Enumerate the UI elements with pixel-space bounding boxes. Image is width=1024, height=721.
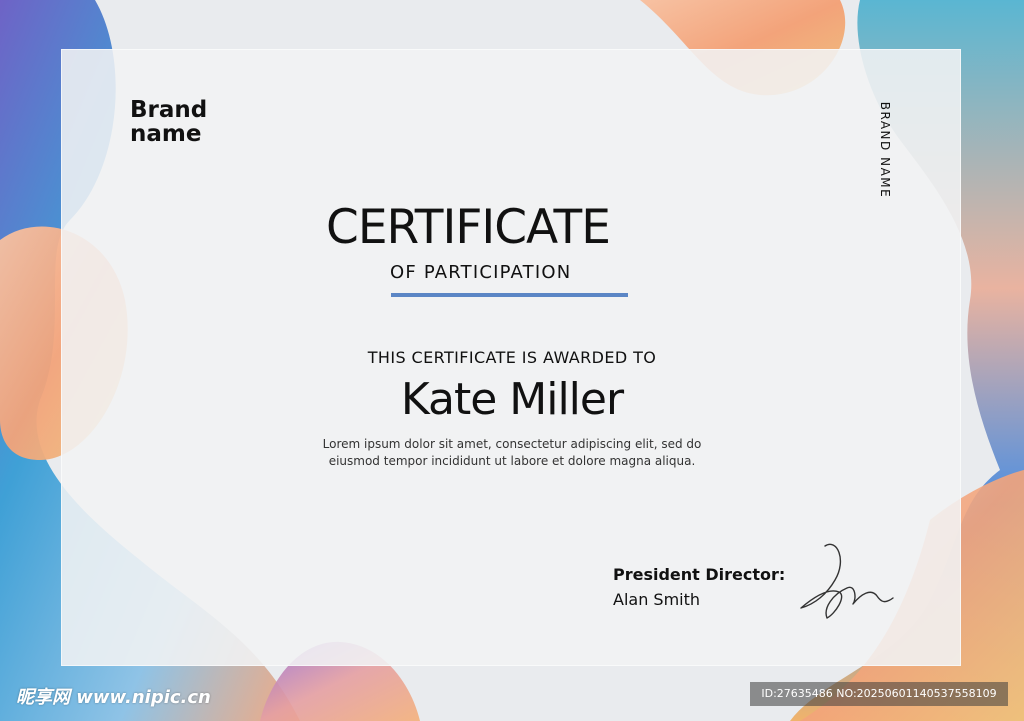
title-underline — [391, 293, 628, 297]
certificate-body-text: Lorem ipsum dolor sit amet, consectetur … — [322, 437, 702, 468]
brand-name-vertical: BRAND NAME — [878, 101, 892, 199]
brand-name-line-2: name — [130, 121, 202, 147]
brand-name-left: Brand name — [130, 98, 207, 146]
recipient-name: Kate Miller — [400, 374, 624, 425]
handwritten-signature-icon — [800, 543, 894, 619]
awarded-to-label: THIS CERTIFICATE IS AWARDED TO — [367, 348, 657, 367]
certificate-title: CERTIFICATE — [326, 200, 611, 255]
signatory-name: Alan Smith — [613, 590, 701, 609]
signatory-role: President Director: — [613, 565, 786, 584]
certificate-subtitle: OF PARTICIPATION — [390, 262, 572, 283]
watermark-id: ID:27635486 NO:20250601140537558109 — [750, 682, 1008, 706]
watermark-site: 昵享网 www.nipic.cn — [16, 687, 211, 708]
brand-name-line-1: Brand — [130, 97, 208, 123]
